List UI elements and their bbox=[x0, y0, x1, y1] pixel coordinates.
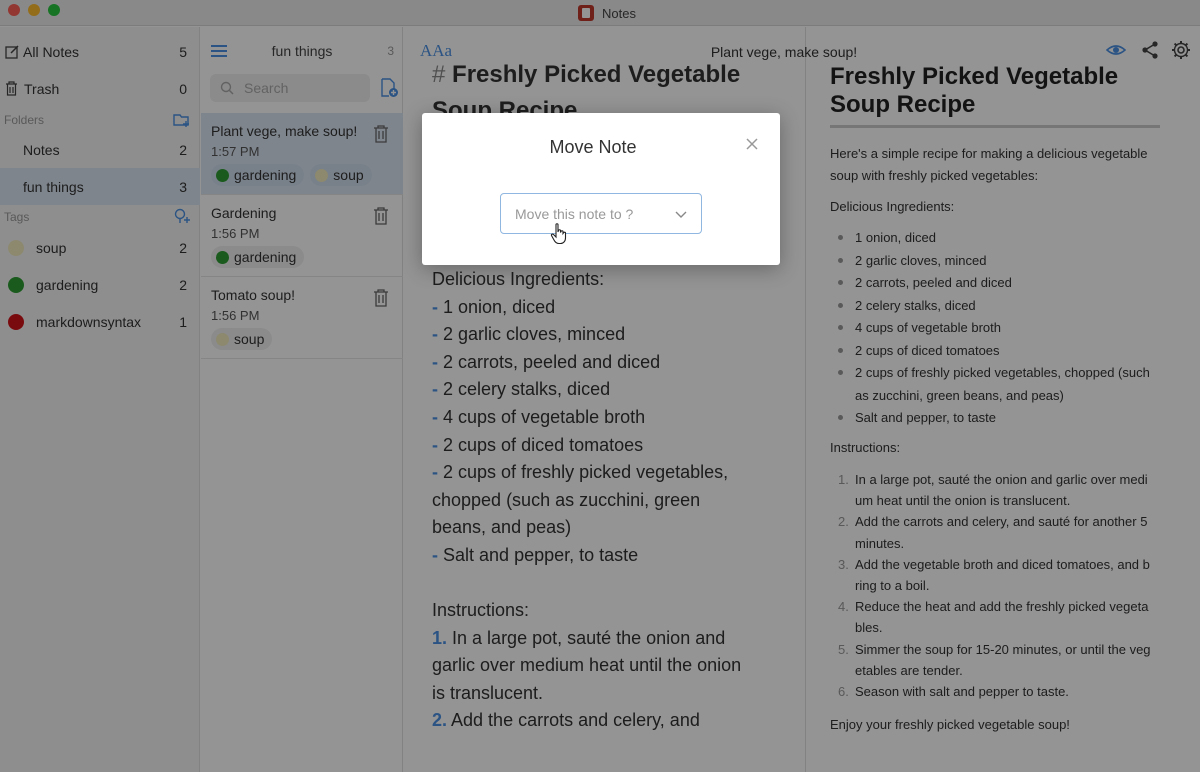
chevron-down-icon bbox=[675, 211, 687, 218]
select-placeholder: Move this note to ? bbox=[515, 205, 634, 222]
hand-cursor-icon bbox=[550, 223, 567, 245]
close-icon[interactable] bbox=[744, 136, 760, 152]
move-note-dialog: Move Note Move this note to ? bbox=[422, 113, 780, 265]
destination-folder-select[interactable]: Move this note to ? bbox=[500, 193, 702, 234]
dialog-title: Move Note bbox=[549, 137, 637, 157]
